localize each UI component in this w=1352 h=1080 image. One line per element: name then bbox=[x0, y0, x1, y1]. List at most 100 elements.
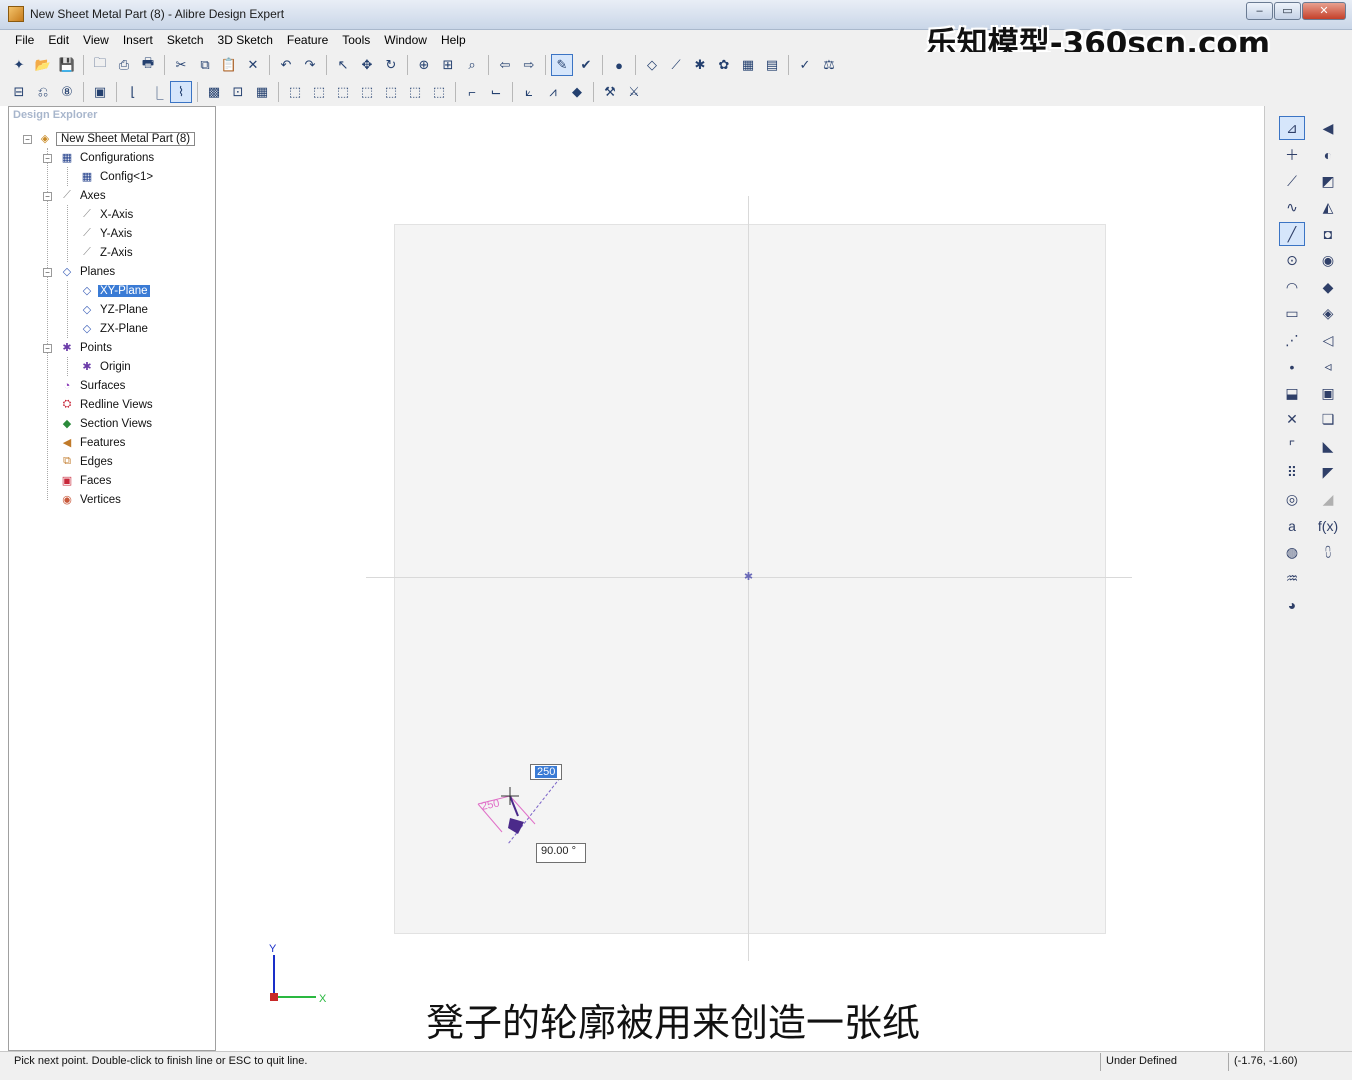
grid-icon[interactable]: ▩ bbox=[203, 81, 225, 103]
menu-help[interactable]: Help bbox=[434, 30, 473, 52]
tree-item-y-axis[interactable]: ⟋ Y-Axis bbox=[79, 224, 134, 243]
rotate-icon[interactable]: ↻ bbox=[380, 54, 402, 76]
zoom-icon[interactable]: ⌕ bbox=[461, 54, 483, 76]
coil-icon[interactable]: ◍ bbox=[1279, 540, 1305, 564]
color-icon[interactable]: ◕ bbox=[1279, 593, 1305, 617]
redo-icon[interactable]: ↷ bbox=[299, 54, 321, 76]
box-icon[interactable]: ▣ bbox=[89, 81, 111, 103]
constraint-icon[interactable]: ✿ bbox=[713, 54, 735, 76]
contour-flange-icon[interactable]: ◐ bbox=[1315, 143, 1341, 167]
back-icon[interactable]: ⇦ bbox=[494, 54, 516, 76]
text-icon[interactable]: a bbox=[1279, 514, 1305, 538]
sketch-point-icon[interactable]: • bbox=[1279, 355, 1305, 379]
bend-icon[interactable]: ◭ bbox=[1315, 196, 1341, 220]
menu-sketch[interactable]: Sketch bbox=[160, 30, 211, 52]
revolve-icon[interactable]: ◈ bbox=[1315, 302, 1341, 326]
select-icon[interactable]: ↖ bbox=[332, 54, 354, 76]
folder-icon[interactable]: 🗀 bbox=[89, 54, 111, 76]
copy-icon[interactable]: ⧉ bbox=[194, 54, 216, 76]
tree-collapse-configurations[interactable]: − bbox=[43, 154, 52, 163]
view-back-icon[interactable]: ⬚ bbox=[332, 81, 354, 103]
figure-icon[interactable]: ♒ bbox=[1279, 567, 1305, 591]
print-preview-icon[interactable]: ⎙ bbox=[113, 54, 135, 76]
sketch-icon[interactable]: ⌇ bbox=[170, 81, 192, 103]
flat-pattern-icon[interactable]: ◤ bbox=[1315, 461, 1341, 485]
menu-file[interactable]: File bbox=[8, 30, 41, 52]
point-tool-icon[interactable]: ✱ bbox=[689, 54, 711, 76]
tree-item-part[interactable]: ◈ New Sheet Metal Part (8) bbox=[37, 129, 196, 148]
tree-item-zx-plane[interactable]: ◇ ZX-Plane bbox=[79, 319, 150, 338]
tree-item-edges[interactable]: ⧉ Edges bbox=[59, 452, 115, 471]
reference-line-icon[interactable]: ⟋ bbox=[1279, 169, 1305, 193]
tree-item-vertices[interactable]: ◉ Vertices bbox=[59, 490, 123, 509]
pattern-icon[interactable]: ⠿ bbox=[1279, 461, 1305, 485]
point-icon[interactable]: ＋ bbox=[1279, 143, 1305, 167]
tools-icon[interactable]: ⚒ bbox=[599, 81, 621, 103]
base-flange-icon[interactable]: ◀ bbox=[1315, 116, 1341, 140]
sketch-mode-icon[interactable]: ✎ bbox=[551, 54, 573, 76]
analysis-icon[interactable]: ⚔ bbox=[623, 81, 645, 103]
forward-icon[interactable]: ⇨ bbox=[518, 54, 540, 76]
equation-icon[interactable]: f(x) bbox=[1315, 514, 1341, 538]
material-icon[interactable]: ◆ bbox=[566, 81, 588, 103]
tree-item-x-axis[interactable]: ⟋ X-Axis bbox=[79, 205, 135, 224]
tree-item-z-axis[interactable]: ⟋ Z-Axis bbox=[79, 243, 135, 262]
normal-to-icon[interactable]: ⌐ bbox=[461, 81, 483, 103]
edge-flange-icon[interactable]: ⎿ bbox=[146, 81, 168, 103]
menu-edit[interactable]: Edit bbox=[41, 30, 76, 52]
open-icon[interactable]: 📂 bbox=[32, 54, 54, 76]
pan-icon[interactable]: ✥ bbox=[356, 54, 378, 76]
view-top-icon[interactable]: ⬚ bbox=[404, 81, 426, 103]
arc-icon[interactable]: ◠ bbox=[1279, 275, 1305, 299]
tree-item-points[interactable]: ✱ Points bbox=[59, 338, 114, 357]
cut-icon[interactable]: ✂ bbox=[170, 54, 192, 76]
project-icon[interactable]: ⬓ bbox=[1279, 381, 1305, 405]
tree-item-redline-views[interactable]: ⛭ Redline Views bbox=[59, 395, 155, 414]
menu-3d-sketch[interactable]: 3D Sketch bbox=[211, 30, 280, 52]
polygon-icon[interactable]: ⋰ bbox=[1279, 328, 1305, 352]
line-icon[interactable]: ╱ bbox=[1279, 222, 1305, 246]
view-bottom-icon[interactable]: ⬚ bbox=[428, 81, 450, 103]
menu-tools[interactable]: Tools bbox=[335, 30, 377, 52]
exit-sketch-icon[interactable]: ✔ bbox=[575, 54, 597, 76]
spline-icon[interactable]: ∿ bbox=[1279, 196, 1305, 220]
corner-icon[interactable]: ▣ bbox=[1315, 381, 1341, 405]
hole-icon[interactable]: ◉ bbox=[1315, 249, 1341, 273]
rectangle-icon[interactable]: ▭ bbox=[1279, 302, 1305, 326]
group-icon[interactable]: ⑧ bbox=[56, 81, 78, 103]
menu-feature[interactable]: Feature bbox=[280, 30, 335, 52]
render-icon[interactable]: ● bbox=[608, 54, 630, 76]
properties-icon[interactable]: ▤ bbox=[761, 54, 783, 76]
zoom-window-icon[interactable]: ⊞ bbox=[437, 54, 459, 76]
shell-icon[interactable]: ◁ bbox=[1315, 328, 1341, 352]
flange-icon[interactable]: ⌊ bbox=[122, 81, 144, 103]
maximize-button[interactable]: ▭ bbox=[1274, 2, 1301, 20]
tree-item-xy-plane[interactable]: ◇ XY-Plane bbox=[79, 281, 150, 300]
close-button[interactable]: ✕ bbox=[1302, 2, 1346, 20]
tree-item-configurations[interactable]: ▦ Configurations bbox=[59, 148, 156, 167]
tree-item-planes[interactable]: ◇ Planes bbox=[59, 262, 117, 281]
view-right-icon[interactable]: ⬚ bbox=[380, 81, 402, 103]
unfold-icon[interactable]: ❏ bbox=[1315, 408, 1341, 432]
grid-table-icon[interactable]: ▦ bbox=[251, 81, 273, 103]
view-front-icon[interactable]: ⬚ bbox=[308, 81, 330, 103]
dimension-icon[interactable]: ⊟ bbox=[8, 81, 30, 103]
tree-item-surfaces[interactable]: ◔ Surfaces bbox=[59, 376, 127, 395]
angle-dimension-input[interactable]: 90.00 ° bbox=[536, 843, 586, 863]
cut-feature-icon[interactable]: ◘ bbox=[1315, 222, 1341, 246]
tree-item-config-1[interactable]: ▦ Config<1> bbox=[79, 167, 155, 186]
tree-collapse-points[interactable]: − bbox=[43, 344, 52, 353]
tree-item-features[interactable]: ◀ Features bbox=[59, 433, 127, 452]
delete-icon[interactable]: ✕ bbox=[242, 54, 264, 76]
mirror-icon[interactable]: ⎌ bbox=[32, 81, 54, 103]
print-icon[interactable]: 🖶 bbox=[137, 54, 159, 76]
tree-item-yz-plane[interactable]: ◇ YZ-Plane bbox=[79, 300, 150, 319]
offset-icon[interactable]: ◎ bbox=[1279, 487, 1305, 511]
tree-collapse-root[interactable]: − bbox=[23, 135, 32, 144]
view-left-icon[interactable]: ⬚ bbox=[356, 81, 378, 103]
sketch-settings-icon[interactable]: ⊿ bbox=[1279, 116, 1305, 140]
fold-icon[interactable]: ◣ bbox=[1315, 434, 1341, 458]
paste-icon[interactable]: 📋 bbox=[218, 54, 240, 76]
length-dimension-input[interactable]: 250 bbox=[530, 764, 563, 780]
dimension-style-icon[interactable]: ⩇ bbox=[1315, 540, 1341, 564]
